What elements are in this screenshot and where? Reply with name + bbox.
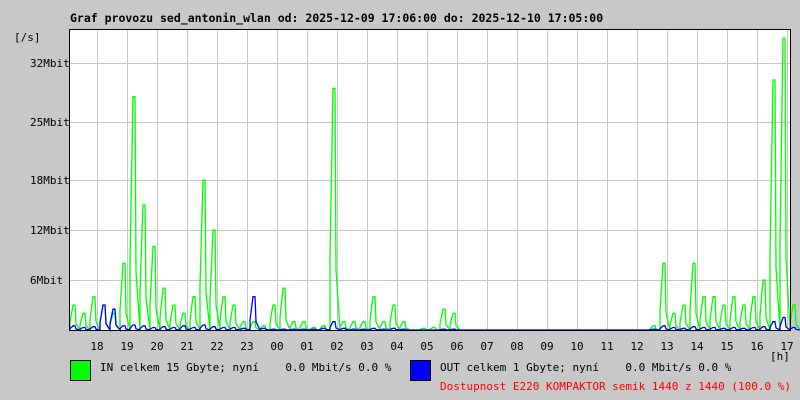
x-tick-label: 15 [720, 340, 734, 353]
legend-in-swatch [70, 360, 91, 381]
x-tick-label: 04 [390, 340, 404, 353]
x-tick-label: 16 [750, 340, 764, 353]
x-tick-label: 18 [90, 340, 104, 353]
x-tick-label: 20 [150, 340, 164, 353]
x-tick-label: 07 [480, 340, 494, 353]
legend-out-swatch [410, 360, 431, 381]
traffic-graph: Graf provozu sed_antonin_wlan od: 2025-1… [0, 0, 800, 400]
x-tick-label: 19 [120, 340, 134, 353]
x-tick-label: 13 [660, 340, 674, 353]
x-axis-unit: [h] [770, 350, 790, 363]
x-tick-label: 21 [180, 340, 194, 353]
x-tick-label: 11 [600, 340, 614, 353]
x-tick-label: 09 [540, 340, 554, 353]
x-tick-label: 23 [240, 340, 254, 353]
x-tick-label: 02 [330, 340, 344, 353]
x-tick-label: 12 [630, 340, 644, 353]
x-tick-label: 05 [420, 340, 434, 353]
x-tick-label: 00 [270, 340, 284, 353]
x-tick-label: 06 [450, 340, 464, 353]
legend-in-label: IN celkem 15 Gbyte; nyní 0.0 Mbit/s 0.0 … [100, 361, 392, 374]
x-tick-label: 08 [510, 340, 524, 353]
legend-out-label: OUT celkem 1 Gbyte; nyní 0.0 Mbit/s 0.0 … [440, 361, 732, 374]
x-tick-label: 03 [360, 340, 374, 353]
x-tick-label: 01 [300, 340, 314, 353]
x-tick-label: 14 [690, 340, 704, 353]
x-tick-label: 10 [570, 340, 584, 353]
x-tick-label: 22 [210, 340, 224, 353]
availability-label: Dostupnost E220 KOMPAKTOR semik 1440 z 1… [440, 380, 791, 393]
